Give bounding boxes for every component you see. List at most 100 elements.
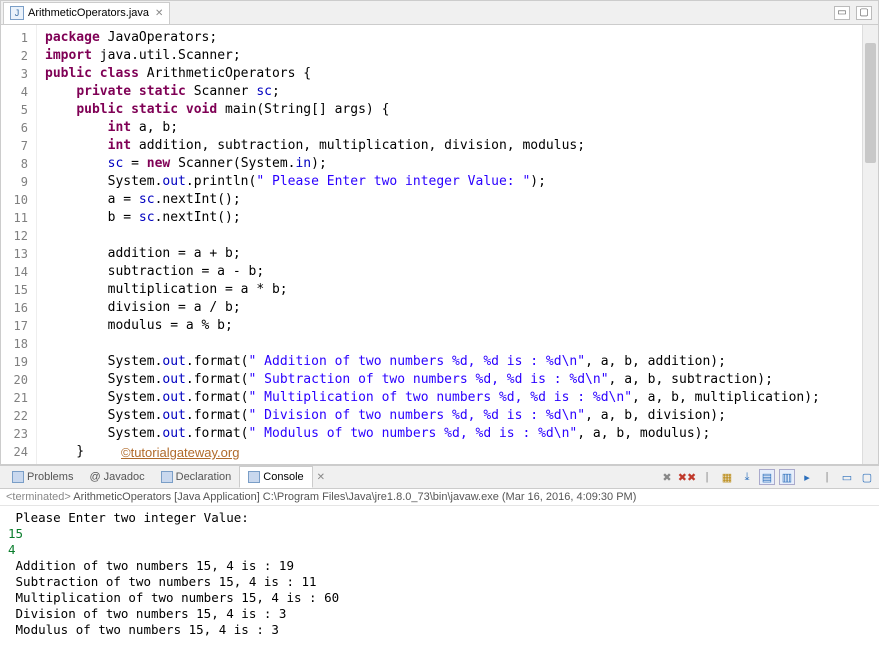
line-number: 10: [1, 191, 28, 209]
line-number: 3: [1, 65, 28, 83]
maximize-button[interactable]: ▢: [856, 6, 872, 20]
code-line[interactable]: System.out.format(" Subtraction of two n…: [45, 371, 862, 389]
code-line[interactable]: subtraction = a - b;: [45, 263, 862, 281]
code-line[interactable]: addition = a + b;: [45, 245, 862, 263]
console-line: 15: [8, 526, 871, 542]
line-number: 9: [1, 173, 28, 191]
tab-declaration[interactable]: Declaration: [153, 466, 240, 488]
code-line[interactable]: sc = new Scanner(System.in);: [45, 155, 862, 173]
line-number: 11: [1, 209, 28, 227]
scroll-thumb[interactable]: [865, 43, 876, 163]
scroll-lock-icon[interactable]: ⤓: [739, 469, 755, 485]
console-line: Please Enter two integer Value:: [8, 510, 871, 526]
line-number: 14: [1, 263, 28, 281]
code-line[interactable]: public class ArithmeticOperators {: [45, 65, 862, 83]
close-view-icon[interactable]: ✕: [317, 472, 325, 483]
window-controls: ▭ ▢: [834, 6, 878, 20]
editor-pane: J ArithmeticOperators.java ✕ ▭ ▢ 1234567…: [0, 0, 879, 465]
console-line: Subtraction of two numbers 15, 4 is : 11: [8, 574, 871, 590]
code-line[interactable]: System.out.format(" Multiplication of tw…: [45, 389, 862, 407]
minimize-button[interactable]: ▭: [834, 6, 850, 20]
code-line[interactable]: import java.util.Scanner;: [45, 47, 862, 65]
tab-console[interactable]: Console: [239, 466, 312, 488]
console-line: Multiplication of two numbers 15, 4 is :…: [8, 590, 871, 606]
tab-label: Javadoc: [104, 471, 145, 483]
console-line: Division of two numbers 15, 4 is : 3: [8, 606, 871, 622]
line-number: 20: [1, 371, 28, 389]
code-content[interactable]: package JavaOperators;import java.util.S…: [37, 25, 862, 464]
line-number: 2: [1, 47, 28, 65]
code-line[interactable]: System.out.format(" Modulus of two numbe…: [45, 425, 862, 443]
console-icon: [248, 471, 260, 483]
divider: |: [819, 469, 835, 485]
declaration-icon: [161, 471, 173, 483]
code-line[interactable]: int a, b;: [45, 119, 862, 137]
code-line[interactable]: System.out.format(" Addition of two numb…: [45, 353, 862, 371]
open-console-icon[interactable]: ▸: [799, 469, 815, 485]
code-line[interactable]: int addition, subtraction, multiplicatio…: [45, 137, 862, 155]
code-line[interactable]: division = a / b;: [45, 299, 862, 317]
line-number: 8: [1, 155, 28, 173]
display-console-icon[interactable]: ▥: [779, 469, 795, 485]
tab-label: Declaration: [176, 471, 232, 483]
line-number: 22: [1, 407, 28, 425]
editor-tab[interactable]: J ArithmeticOperators.java ✕: [3, 2, 170, 24]
line-number: 23: [1, 425, 28, 443]
line-number: 1: [1, 29, 28, 47]
code-line[interactable]: a = sc.nextInt();: [45, 191, 862, 209]
max-view-icon[interactable]: ▢: [859, 469, 875, 485]
code-line[interactable]: multiplication = a * b;: [45, 281, 862, 299]
line-number: 12: [1, 227, 28, 245]
code-line[interactable]: System.out.format(" Division of two numb…: [45, 407, 862, 425]
remove-launch-icon[interactable]: ✖: [659, 469, 675, 485]
console-toolbar: ✖ ✖✖ | ▦ ⤓ ▤ ▥ ▸ | ▭ ▢: [659, 469, 875, 485]
console-process-header: <terminated> ArithmeticOperators [Java A…: [0, 489, 879, 506]
line-number: 24: [1, 443, 28, 461]
line-number: 5: [1, 101, 28, 119]
remove-all-icon[interactable]: ✖✖: [679, 469, 695, 485]
line-number: 15: [1, 281, 28, 299]
code-line[interactable]: modulus = a % b;: [45, 317, 862, 335]
code-line[interactable]: b = sc.nextInt();: [45, 209, 862, 227]
line-number: 19: [1, 353, 28, 371]
line-number: 7: [1, 137, 28, 155]
line-number: 21: [1, 389, 28, 407]
java-file-icon: J: [10, 6, 24, 20]
javadoc-icon: @: [89, 471, 100, 483]
line-number: 17: [1, 317, 28, 335]
terminated-label: <terminated>: [6, 491, 71, 503]
pin-console-icon[interactable]: ▤: [759, 469, 775, 485]
tab-label: Problems: [27, 471, 73, 483]
min-view-icon[interactable]: ▭: [839, 469, 855, 485]
line-number: 4: [1, 83, 28, 101]
line-number: 6: [1, 119, 28, 137]
tab-label: Console: [263, 471, 303, 483]
console-line: 4: [8, 542, 871, 558]
console-line: Addition of two numbers 15, 4 is : 19: [8, 558, 871, 574]
process-path: ArithmeticOperators [Java Application] C…: [73, 491, 636, 503]
vertical-scrollbar[interactable]: [862, 25, 878, 464]
line-number: 13: [1, 245, 28, 263]
views-tab-bar: Problems @ Javadoc Declaration Console ✕…: [0, 465, 879, 489]
editor-tab-bar: J ArithmeticOperators.java ✕ ▭ ▢: [1, 1, 878, 25]
line-gutter: 123456789101112131415161718192021222324: [1, 25, 37, 464]
close-tab-icon[interactable]: ✕: [155, 8, 163, 19]
code-line[interactable]: public static void main(String[] args) {: [45, 101, 862, 119]
code-line[interactable]: package JavaOperators;: [45, 29, 862, 47]
problems-icon: [12, 471, 24, 483]
code-line[interactable]: [45, 227, 862, 245]
watermark: ©tutorialgateway.org: [121, 444, 239, 462]
code-editor[interactable]: 123456789101112131415161718192021222324 …: [1, 25, 878, 464]
clear-console-icon[interactable]: ▦: [719, 469, 735, 485]
code-line[interactable]: System.out.println(" Please Enter two in…: [45, 173, 862, 191]
line-number: 18: [1, 335, 28, 353]
tab-problems[interactable]: Problems: [4, 466, 81, 488]
line-number: 16: [1, 299, 28, 317]
divider: |: [699, 469, 715, 485]
console-line: Modulus of two numbers 15, 4 is : 3: [8, 622, 871, 638]
code-line[interactable]: [45, 335, 862, 353]
code-line[interactable]: private static Scanner sc;: [45, 83, 862, 101]
tab-javadoc[interactable]: @ Javadoc: [81, 466, 152, 488]
tab-filename: ArithmeticOperators.java: [28, 7, 149, 19]
console-output[interactable]: Please Enter two integer Value: 154 Addi…: [0, 506, 879, 646]
